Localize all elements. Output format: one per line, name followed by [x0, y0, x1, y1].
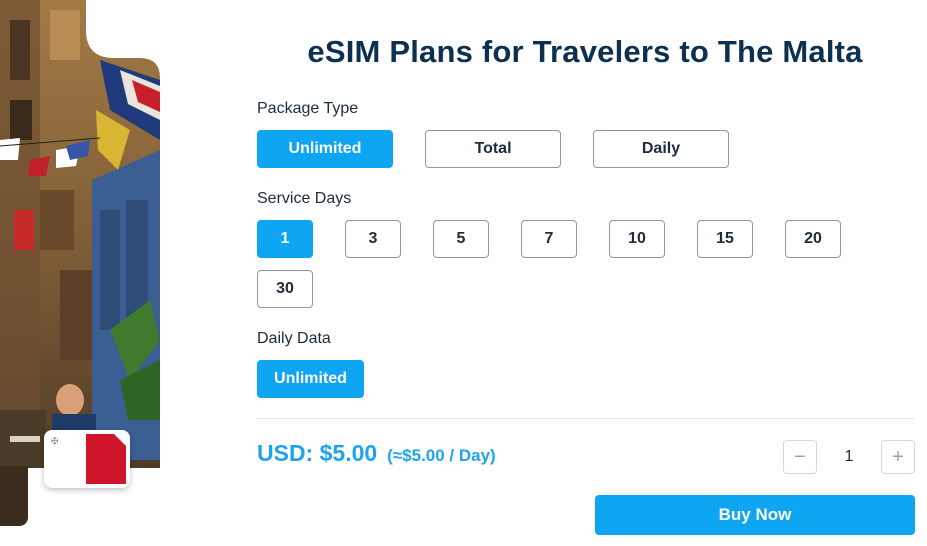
hero-image: ✠ [0, 0, 160, 546]
quantity-increase-button[interactable]: + [881, 440, 915, 474]
daily-data-option-unlimited[interactable]: Unlimited [257, 360, 364, 398]
service-day-option-3[interactable]: 3 [345, 220, 401, 258]
page-title: eSIM Plans for Travelers to The Malta [307, 34, 863, 69]
service-day-option-7[interactable]: 7 [521, 220, 577, 258]
price-row: USD: $5.00 (≈$5.00 / Day) [257, 440, 496, 467]
service-days-label: Service Days [257, 190, 352, 207]
george-cross-icon: ✠ [51, 436, 59, 446]
price-per-day: (≈$5.00 / Day) [387, 446, 496, 465]
buy-now-button[interactable]: Buy Now [595, 495, 915, 535]
minus-icon: − [794, 445, 806, 468]
service-day-option-30[interactable]: 30 [257, 270, 313, 308]
service-day-option-20[interactable]: 20 [785, 220, 841, 258]
service-day-option-10[interactable]: 10 [609, 220, 665, 258]
malta-flag-icon: ✠ [44, 430, 130, 488]
daily-data-label: Daily Data [257, 330, 331, 347]
service-day-option-15[interactable]: 15 [697, 220, 753, 258]
package-option-unlimited[interactable]: Unlimited [257, 130, 393, 168]
package-option-total[interactable]: Total [425, 130, 561, 168]
service-day-option-5[interactable]: 5 [433, 220, 489, 258]
plus-icon: + [892, 445, 904, 468]
package-option-daily[interactable]: Daily [593, 130, 729, 168]
flag-red-half [86, 434, 126, 484]
divider [257, 418, 915, 419]
quantity-value[interactable]: 1 [818, 440, 880, 474]
service-day-option-1[interactable]: 1 [257, 220, 313, 258]
price-total: USD: $5.00 [257, 440, 378, 466]
quantity-decrease-button[interactable]: − [783, 440, 817, 474]
package-type-label: Package Type [257, 100, 359, 117]
